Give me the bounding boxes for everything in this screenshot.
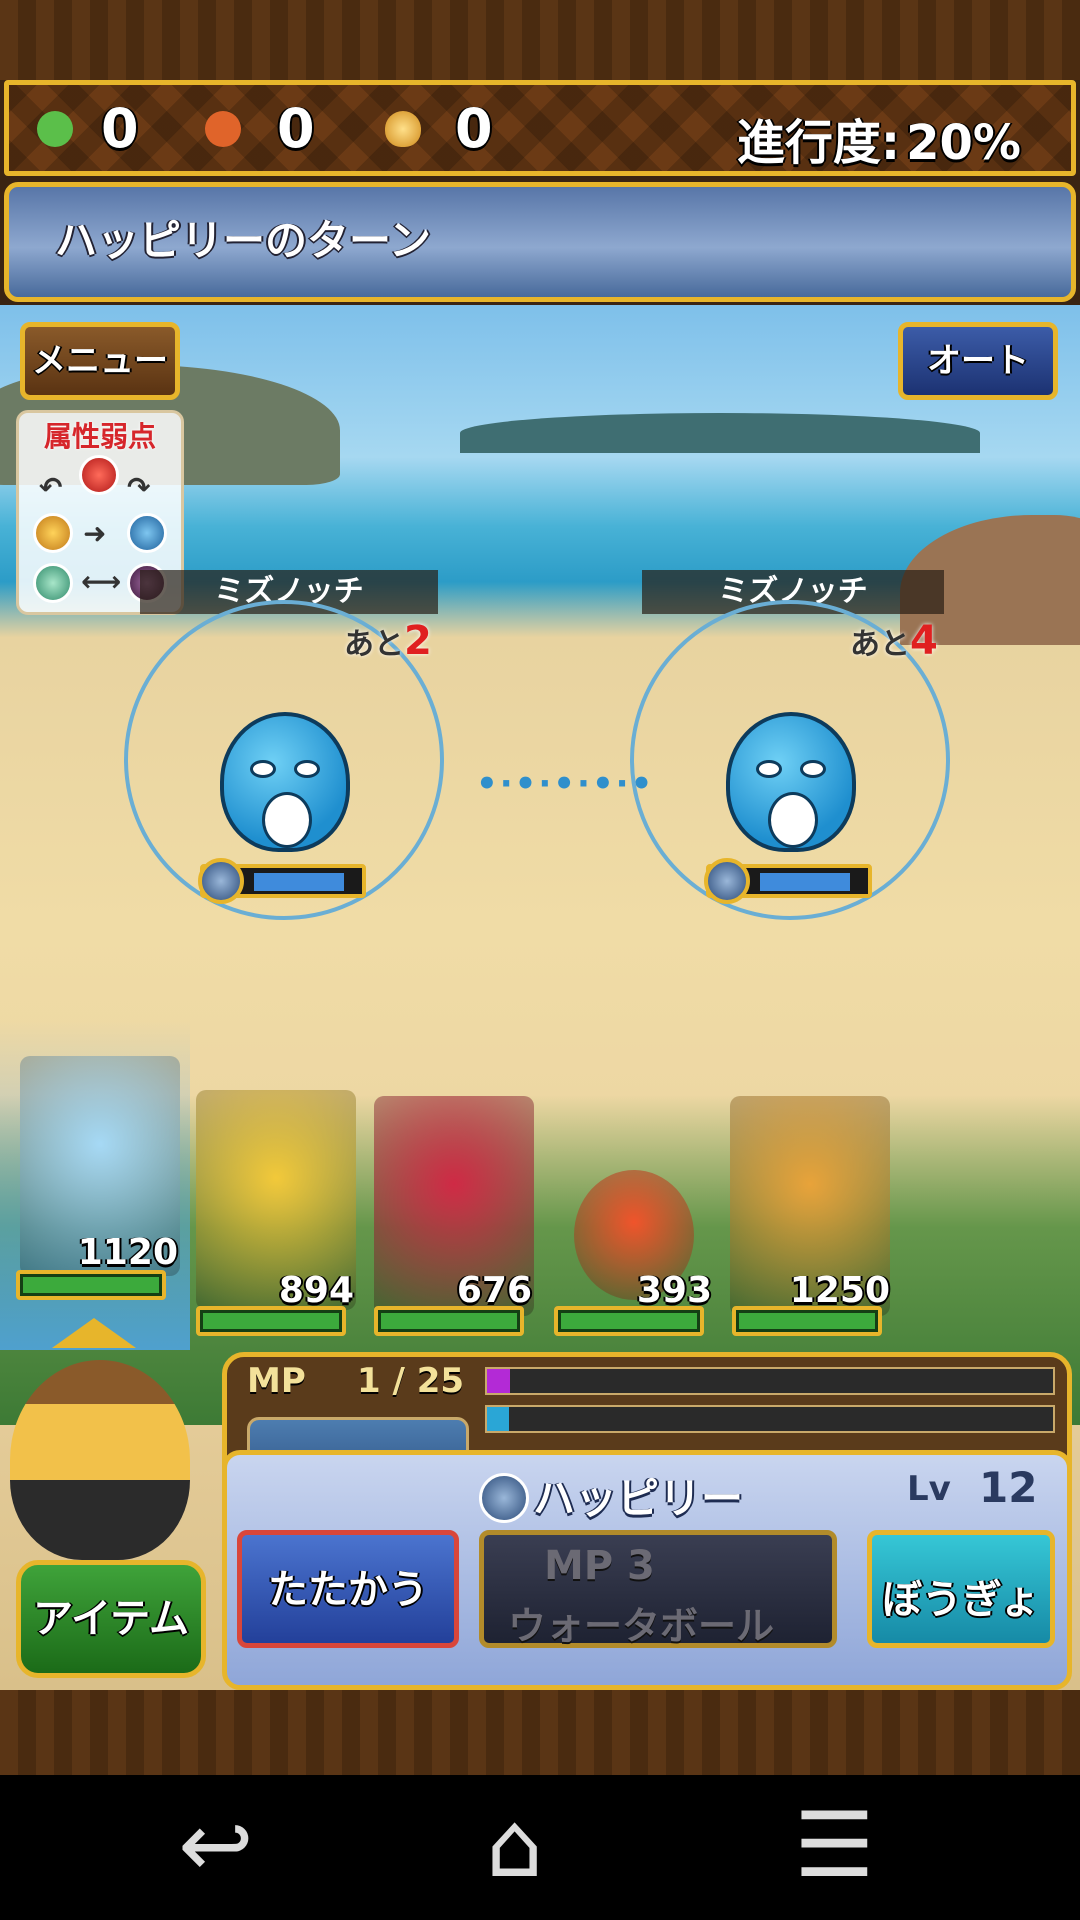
arrow-icon: ⟷ [81, 565, 122, 598]
turn-text: ハッピリーのターン [55, 216, 431, 265]
arrow-icon: ➜ [83, 517, 107, 550]
enemy-eye [294, 760, 320, 778]
water-icon [479, 1473, 529, 1523]
egg-icon [385, 111, 421, 147]
party-hp-value: 894 [278, 1270, 354, 1311]
turns-prefix: あと [344, 627, 404, 662]
wind-icon [33, 563, 73, 603]
money-bag-icon [205, 111, 241, 147]
enemy-turns-left: あと4 [850, 618, 938, 664]
dragon-head-icon [37, 111, 73, 147]
auto-button[interactable]: オート [898, 322, 1058, 400]
mp-value: 1 / 25 [357, 1361, 465, 1401]
leader-portrait [10, 1360, 190, 1560]
mp-bar-secondary-fill [487, 1407, 509, 1431]
target-connector: •·•·•·•·• [476, 764, 655, 804]
party-hp-bar [732, 1306, 882, 1336]
progress-readout: 進行度: 20% [737, 103, 1021, 173]
back-icon[interactable]: ↩ [178, 1793, 253, 1898]
system-nav-bar: ↩ ⌂ ☰ [0, 1775, 1080, 1920]
item-button[interactable]: アイテム [16, 1560, 206, 1678]
party-hp-bar [196, 1306, 346, 1336]
command-panel: ハッピリー Lv 12 たたかう MP 3 ウォータボール ぼうぎょ [222, 1450, 1072, 1690]
mp-bar [485, 1367, 1055, 1395]
progress-value: 20% [906, 115, 1021, 171]
home-icon[interactable]: ⌂ [486, 1793, 543, 1898]
top-wood-band [0, 0, 1080, 80]
party-hp-fill [561, 1313, 697, 1329]
level-label: Lv [907, 1469, 951, 1509]
arrow-icon: ↷ [127, 471, 151, 504]
active-indicator-icon [52, 1318, 136, 1348]
turns-count: 4 [910, 618, 938, 664]
enemy-belly [262, 792, 312, 848]
attack-button[interactable]: たたかう [237, 1530, 459, 1648]
resource-bar: 0 0 0 進行度: 20% [4, 80, 1076, 176]
arrow-icon: ↶ [39, 471, 63, 504]
mp-bar-secondary [485, 1405, 1055, 1433]
enemy-eye [800, 760, 826, 778]
egg-count: 0 [455, 97, 493, 160]
party-hp-value: 393 [636, 1270, 712, 1311]
enemy-belly [768, 792, 818, 848]
enemy-hp-fill [254, 873, 344, 891]
mp-label: MP [247, 1361, 306, 1401]
enemy-eye [756, 760, 782, 778]
active-character-name: ハッピリー [533, 1474, 744, 1523]
party-hp-bar [16, 1270, 166, 1300]
fire-icon [79, 455, 119, 495]
turn-banner: ハッピリーのターン [4, 182, 1076, 302]
skill-mp-cost: MP 3 [544, 1543, 655, 1589]
bag-count: 0 [277, 97, 315, 160]
enemy-hp-fill [760, 873, 850, 891]
water-icon [704, 858, 750, 904]
enemy-turns-left: あと2 [344, 618, 432, 664]
guard-button[interactable]: ぼうぎょ [867, 1530, 1055, 1648]
level-value: 12 [979, 1463, 1038, 1512]
party-hp-fill [381, 1313, 517, 1329]
bottom-wood-band [0, 1690, 1080, 1775]
water-icon [127, 513, 167, 553]
party-hp-value: 1250 [789, 1270, 890, 1311]
skill-button[interactable]: MP 3 ウォータボール [479, 1530, 837, 1648]
enemy-mizunocchi[interactable] [220, 712, 350, 852]
party-hp-fill [203, 1313, 339, 1329]
far-island [460, 413, 980, 453]
turns-count: 2 [404, 618, 432, 664]
turns-prefix: あと [850, 627, 910, 662]
party-hp-bar [374, 1306, 524, 1336]
recent-apps-icon[interactable]: ☰ [794, 1793, 875, 1898]
gold-count: 0 [101, 97, 139, 160]
progress-label: 進行度: [736, 115, 901, 171]
menu-button[interactable]: メニュー [20, 322, 180, 400]
mp-bar-fill [487, 1369, 510, 1393]
skill-name: ウォータボール [508, 1604, 775, 1648]
party-hp-value: 1120 [77, 1232, 178, 1273]
party-hp-value: 676 [456, 1270, 532, 1311]
weakness-title: 属性弱点 [43, 420, 156, 453]
party-hp-fill [739, 1313, 875, 1329]
water-icon [198, 858, 244, 904]
earth-icon [33, 513, 73, 553]
party-hp-bar [554, 1306, 704, 1336]
enemy-eye [250, 760, 276, 778]
party-hp-fill [23, 1277, 159, 1293]
enemy-mizunocchi[interactable] [726, 712, 856, 852]
